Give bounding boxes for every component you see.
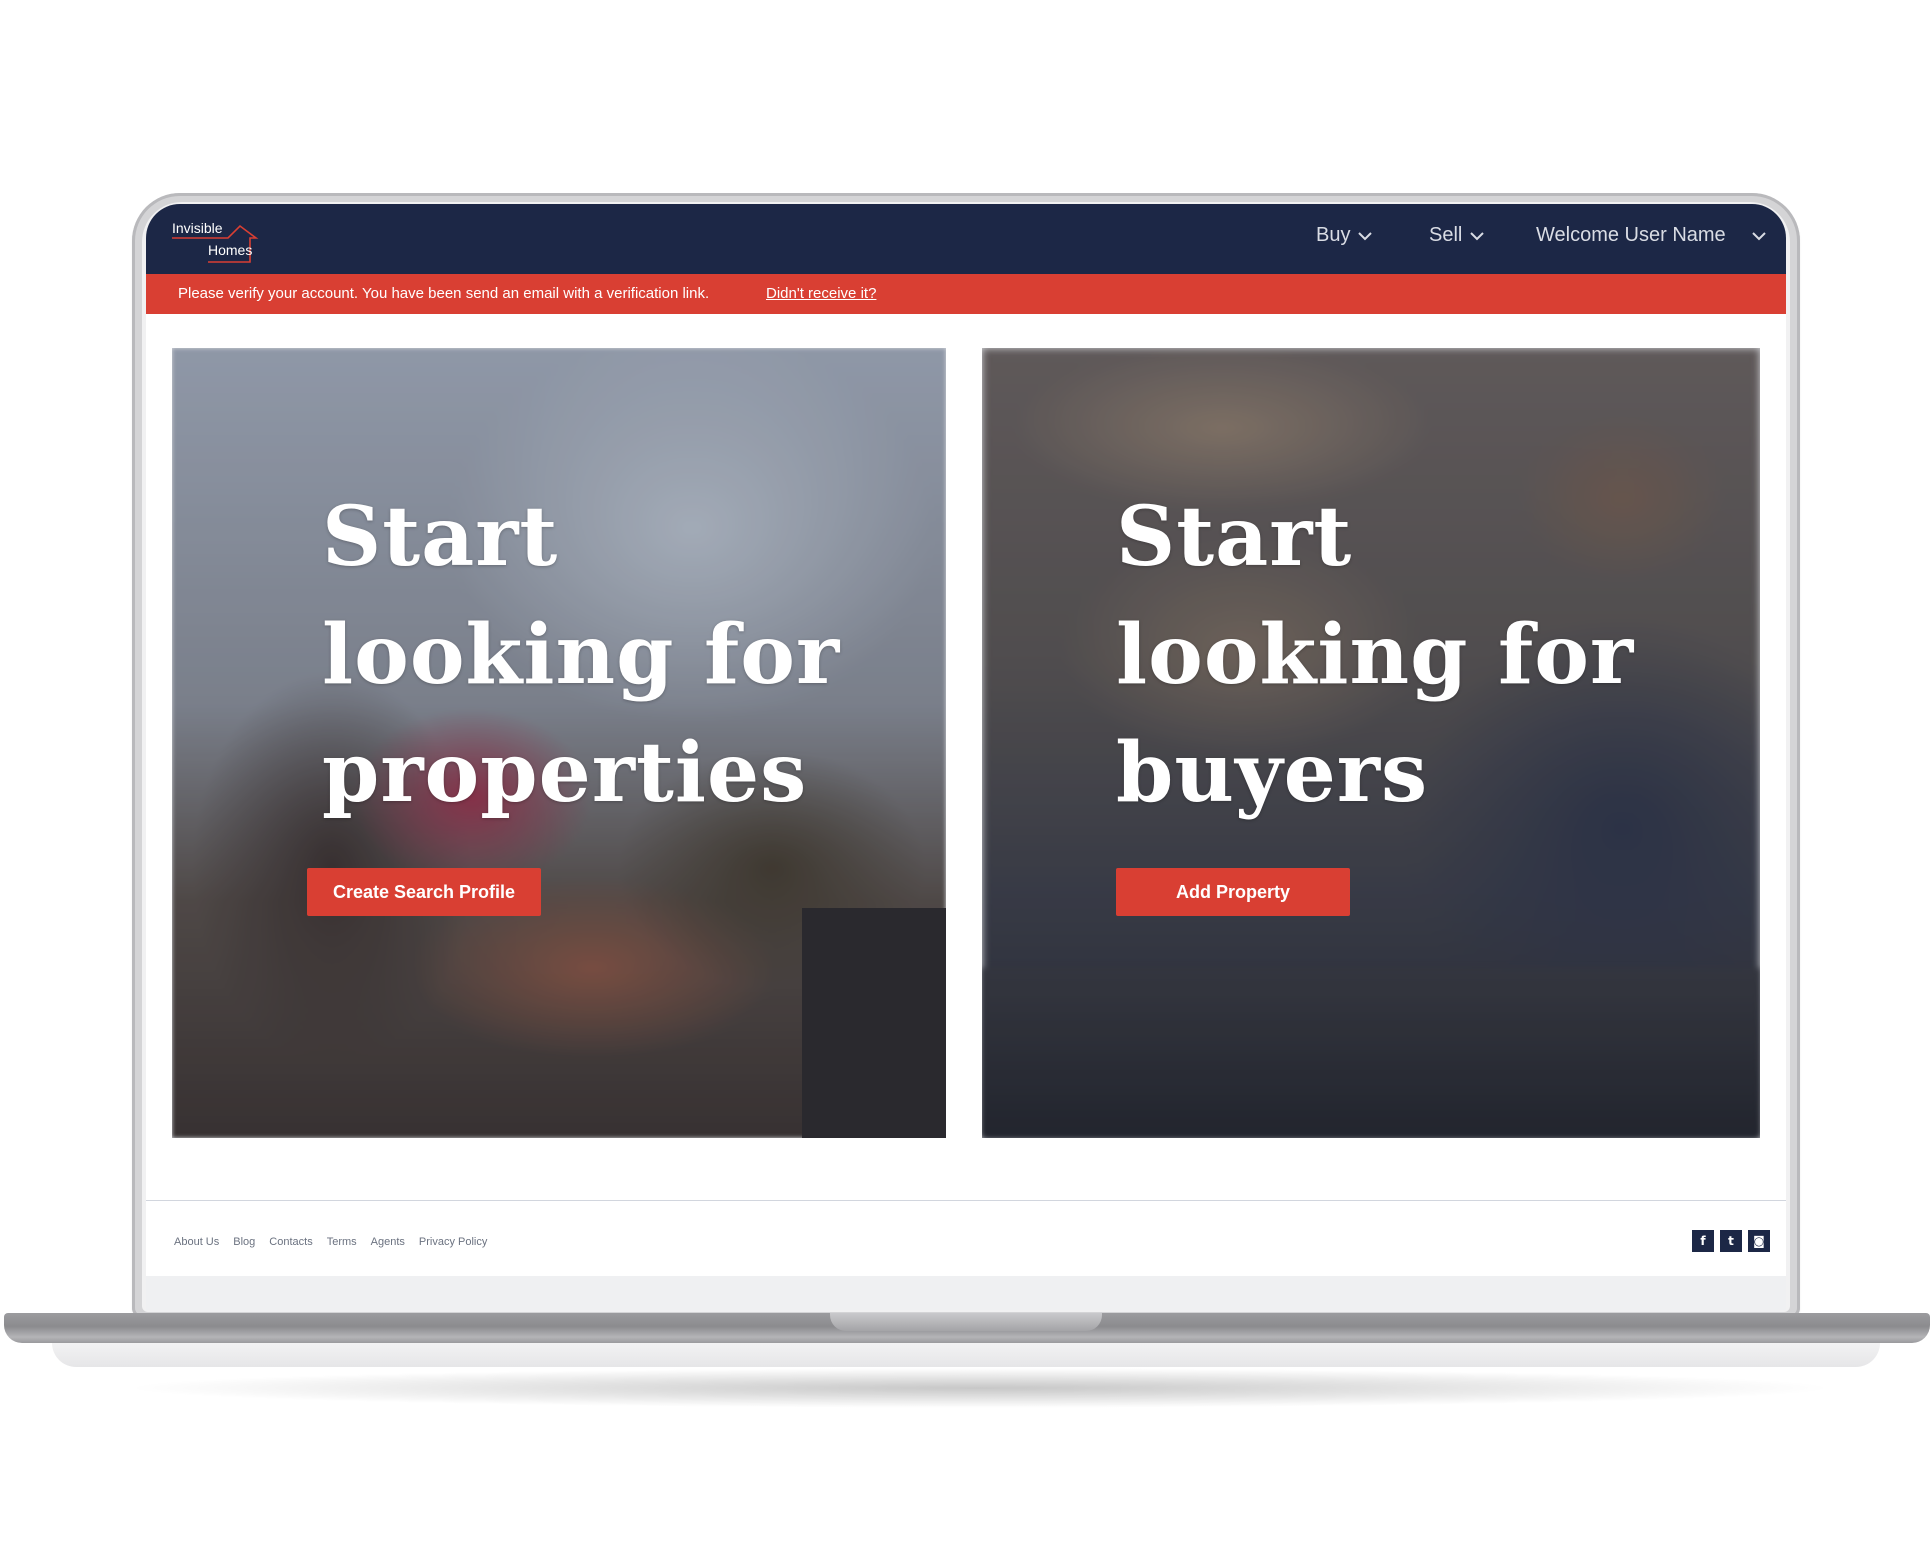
footer-link-contacts[interactable]: Contacts [269, 1236, 312, 1248]
top-navbar: Invisible Homes Buy Sell Welcome User Na… [146, 204, 1786, 274]
user-menu[interactable]: Welcome User Name [1536, 224, 1766, 247]
footer-link-terms[interactable]: Terms [327, 1236, 357, 1248]
laptop-base-foot [52, 1343, 1880, 1367]
find-properties-card: Start looking for properties Create Sear… [172, 348, 946, 1138]
verification-message: Please verify your account. You have bee… [178, 285, 710, 302]
nav-buy-menu[interactable]: Buy [1316, 224, 1373, 247]
footer-link-blog[interactable]: Blog [233, 1236, 255, 1248]
screen-bottom-strip [146, 1276, 1786, 1310]
heading-line: Start [322, 489, 559, 585]
footer-divider [146, 1200, 1786, 1201]
footer-link-about-us[interactable]: About Us [174, 1236, 219, 1248]
chevron-down-icon [1358, 231, 1373, 240]
find-buyers-card: Start looking for buyers Add Property [982, 348, 1760, 1138]
create-search-profile-button[interactable]: Create Search Profile [307, 868, 541, 916]
nav-sell-label: Sell [1429, 224, 1463, 246]
heading-line: properties [322, 725, 808, 821]
nav-sell-menu[interactable]: Sell [1429, 224, 1485, 247]
footer-links: About Us Blog Contacts Terms Agents Priv… [174, 1236, 487, 1248]
footer-link-agents[interactable]: Agents [371, 1236, 405, 1248]
laptop-notch [830, 1313, 1102, 1331]
heading-line: looking for [322, 607, 841, 703]
user-menu-label: Welcome User Name [1536, 224, 1726, 246]
facebook-icon[interactable]: f [1692, 1230, 1714, 1252]
resend-verification-link[interactable]: Didn't receive it? [766, 285, 876, 302]
chevron-down-icon [1470, 231, 1485, 240]
logo-text-homes: Homes [208, 242, 253, 258]
nav-buy-label: Buy [1316, 224, 1351, 246]
logo-text-invisible: Invisible [172, 220, 223, 236]
chevron-down-icon [1751, 231, 1766, 240]
add-property-button[interactable]: Add Property [1116, 868, 1350, 916]
laptop-shadow [120, 1368, 1840, 1408]
twitter-icon[interactable]: t [1720, 1230, 1742, 1252]
logo[interactable]: Invisible Homes [172, 218, 282, 266]
properties-heading: Start looking for properties [322, 478, 840, 832]
instagram-icon[interactable]: ◙ [1748, 1230, 1770, 1252]
screen: Invisible Homes Buy Sell Welcome User Na… [146, 204, 1786, 1310]
heading-line: buyers [1116, 725, 1429, 821]
footer-link-privacy-policy[interactable]: Privacy Policy [419, 1236, 487, 1248]
heading-line: Start [1116, 489, 1353, 585]
heading-line: looking for [1116, 607, 1635, 703]
verification-alert-bar: Please verify your account. You have bee… [146, 274, 1786, 314]
buyers-heading: Start looking for buyers [1116, 478, 1634, 832]
